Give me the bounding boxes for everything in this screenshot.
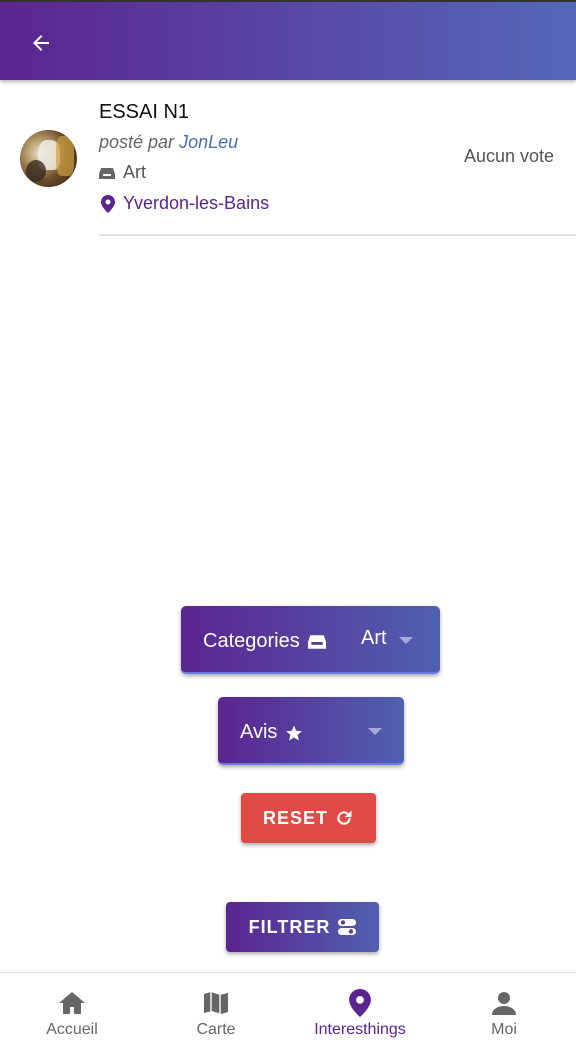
categories-label: Categories bbox=[203, 630, 300, 652]
vote-count: Aucun vote bbox=[463, 146, 554, 166]
map-pin-icon bbox=[349, 989, 371, 1017]
post-category-label: Art bbox=[123, 162, 147, 182]
nav-interesthings[interactable]: Interesthings bbox=[288, 973, 432, 1050]
location-pin-icon bbox=[101, 194, 115, 213]
post-location: Yverdon-les-Bains bbox=[101, 193, 269, 214]
posted-by: posté par JonLeu bbox=[99, 132, 238, 153]
inbox-icon bbox=[99, 167, 115, 179]
home-icon bbox=[59, 992, 85, 1014]
avis-select[interactable]: Avis bbox=[218, 697, 404, 765]
avis-label: Avis bbox=[240, 721, 278, 743]
avatar bbox=[20, 130, 77, 187]
chevron-down-icon bbox=[368, 728, 382, 735]
nav-accueil[interactable]: Accueil bbox=[0, 973, 144, 1050]
reset-button[interactable]: RESET bbox=[241, 793, 376, 843]
categories-select[interactable]: Categories Art bbox=[181, 606, 440, 674]
nav-interesthings-label: Interesthings bbox=[314, 1021, 406, 1038]
post-title: ESSAI N1 bbox=[99, 101, 190, 123]
author-link[interactable]: JonLeu bbox=[179, 132, 238, 152]
inbox-icon bbox=[307, 634, 326, 649]
filter-label: FILTRER bbox=[248, 916, 331, 937]
person-icon bbox=[492, 992, 516, 1015]
back-button[interactable] bbox=[22, 24, 60, 62]
app-header bbox=[0, 0, 576, 80]
nav-carte[interactable]: Carte bbox=[144, 973, 288, 1050]
bottom-nav: Accueil Carte Interesthings Moi bbox=[0, 972, 576, 1050]
arrow-left-icon bbox=[33, 35, 49, 51]
star-icon bbox=[286, 725, 303, 740]
divider bbox=[99, 234, 576, 236]
reset-label: RESET bbox=[262, 807, 328, 828]
post-category: Art bbox=[99, 162, 146, 183]
post-list-item[interactable]: ESSAI N1 posté par JonLeu Art Yverdon-le… bbox=[0, 82, 576, 236]
posted-by-prefix: posté par bbox=[99, 132, 180, 152]
nav-carte-label: Carte bbox=[196, 1021, 236, 1038]
chevron-down-icon bbox=[399, 637, 413, 644]
categories-value: Art bbox=[361, 627, 387, 649]
nav-moi[interactable]: Moi bbox=[432, 973, 576, 1050]
filter-button[interactable]: FILTRER bbox=[226, 902, 379, 952]
toggles-icon bbox=[338, 919, 357, 935]
nav-moi-label: Moi bbox=[491, 1021, 517, 1038]
refresh-icon bbox=[337, 810, 352, 825]
map-icon bbox=[204, 992, 228, 1014]
post-location-label: Yverdon-les-Bains bbox=[123, 193, 270, 213]
nav-accueil-label: Accueil bbox=[46, 1021, 98, 1038]
